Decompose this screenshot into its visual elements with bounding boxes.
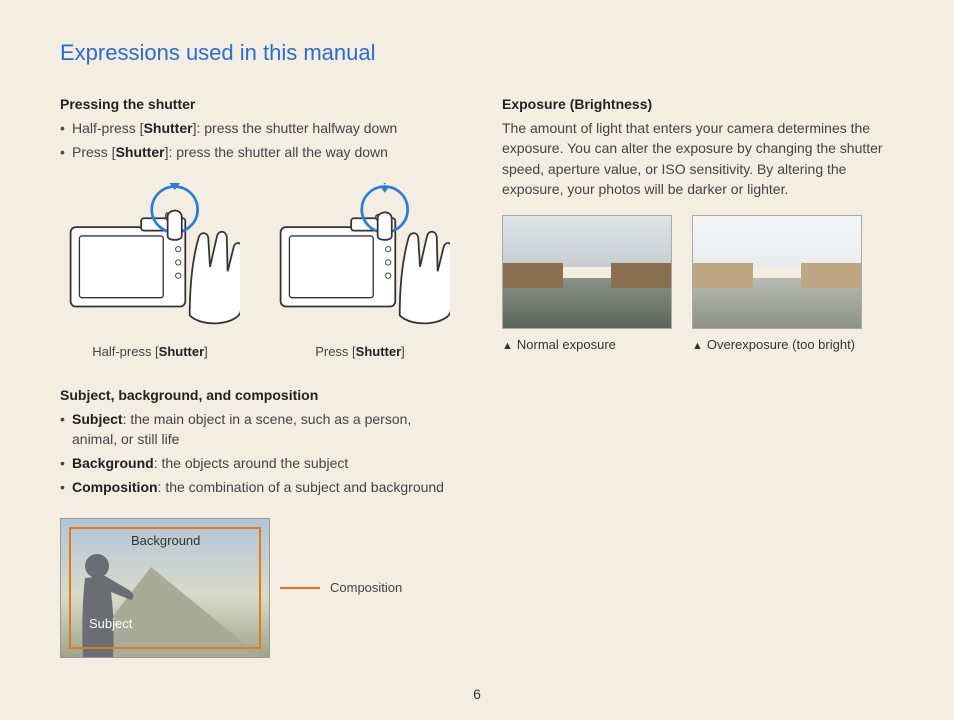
composition-bullets: Subject: the main object in a scene, suc… — [60, 409, 452, 498]
section-heading-shutter: Pressing the shutter — [60, 96, 452, 112]
camera-halfpress-icon — [60, 183, 240, 333]
figure-caption: Press [Shutter] — [270, 344, 450, 359]
overexposure-figure: ▲Overexposure (too bright) — [692, 215, 862, 352]
exposure-paragraph: The amount of light that enters your cam… — [502, 118, 894, 199]
figure-caption: ▲Normal exposure — [502, 337, 672, 352]
full-press-figure: Press [Shutter] — [270, 183, 450, 359]
subject-label: Subject — [89, 616, 132, 631]
composition-label: Composition — [330, 580, 402, 595]
triangle-up-icon: ▲ — [692, 340, 703, 352]
photo-overexposure — [692, 215, 862, 329]
section-heading-composition: Subject, background, and composition — [60, 387, 452, 403]
section-heading-exposure: Exposure (Brightness) — [502, 96, 894, 112]
composition-illustration: Background Subject — [60, 518, 270, 658]
list-item: Background: the objects around the subje… — [60, 453, 452, 473]
list-item: Subject: the main object in a scene, suc… — [60, 409, 452, 450]
half-press-figure: Half-press [Shutter] — [60, 183, 240, 359]
triangle-up-icon: ▲ — [502, 340, 513, 352]
right-column: Exposure (Brightness) The amount of ligh… — [502, 96, 894, 658]
photo-normal-exposure — [502, 215, 672, 329]
callout-line — [280, 587, 320, 589]
figure-caption: ▲Overexposure (too bright) — [692, 337, 862, 352]
page-title: Expressions used in this manual — [60, 40, 894, 66]
shutter-bullets: Half-press [Shutter]: press the shutter … — [60, 118, 452, 163]
list-item: Half-press [Shutter]: press the shutter … — [60, 118, 452, 138]
left-column: Pressing the shutter Half-press [Shutter… — [60, 96, 452, 658]
page-number: 6 — [473, 686, 481, 702]
figure-caption: Half-press [Shutter] — [60, 344, 240, 359]
list-item: Composition: the combination of a subjec… — [60, 477, 452, 497]
background-label: Background — [131, 533, 200, 548]
list-item: Press [Shutter]: press the shutter all t… — [60, 142, 452, 162]
camera-fullpress-icon — [270, 183, 450, 333]
normal-exposure-figure: ▲Normal exposure — [502, 215, 672, 352]
